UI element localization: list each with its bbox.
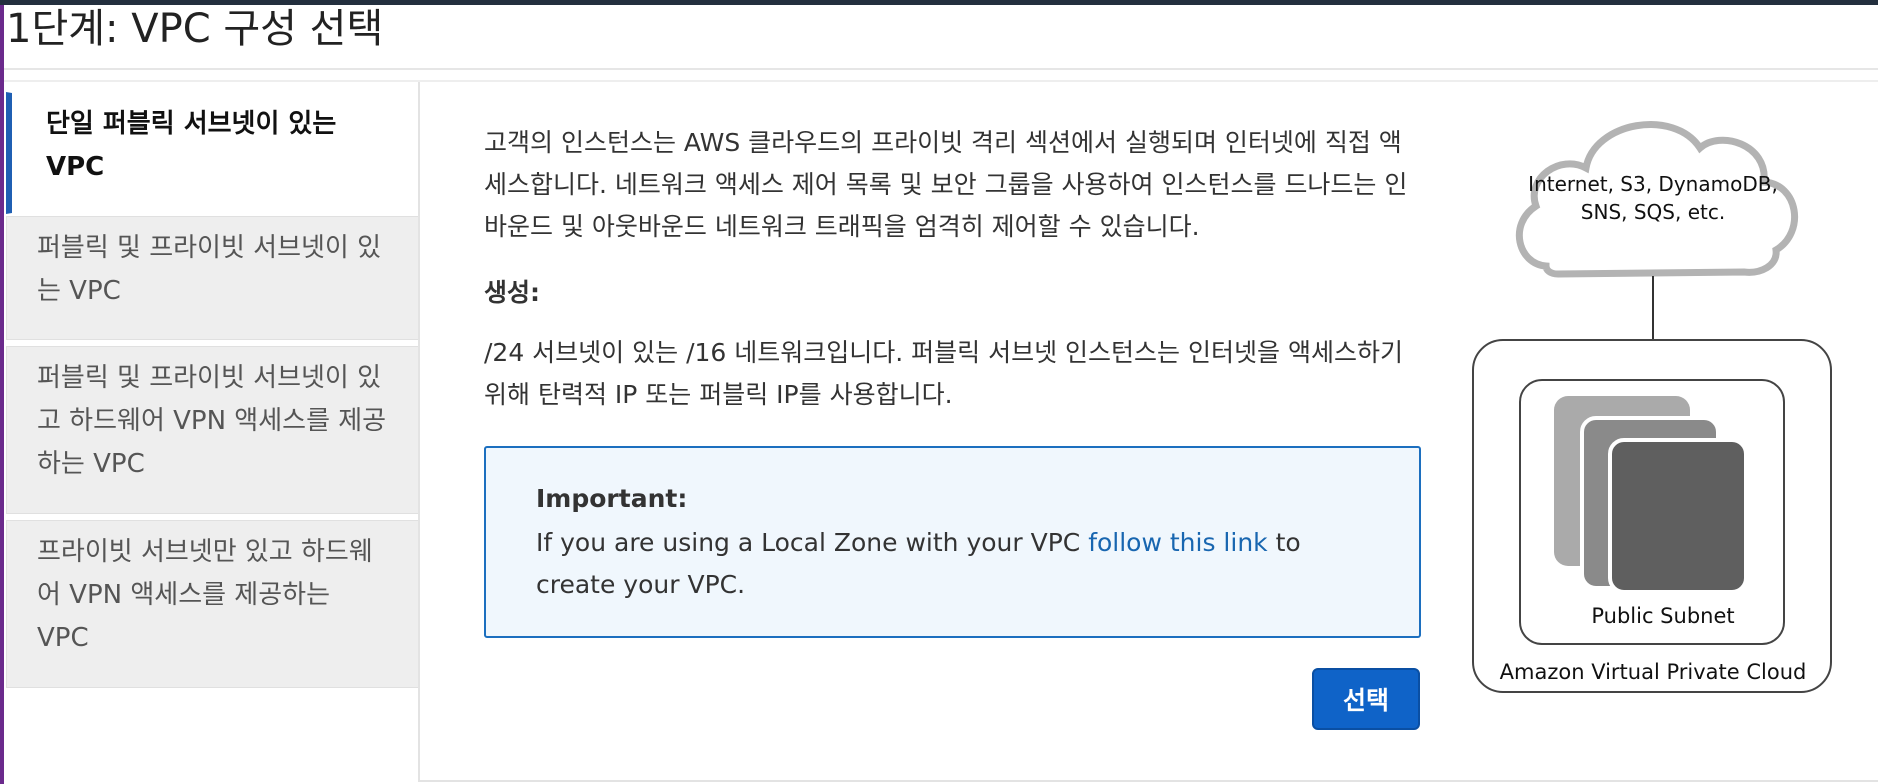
- cloud-label: Internet, S3, DynamoDB, SNS, SQS, etc.: [1528, 172, 1778, 224]
- sidebar-item-label: 프라이빗 서브넷만 있고 하드웨어 VPN 액세스를 제공하는 VPC: [37, 537, 373, 653]
- important-text: If you are using a Local Zone with your …: [536, 522, 1369, 606]
- select-button[interactable]: 선택: [1312, 668, 1420, 730]
- sidebar-item-private-only-vpn[interactable]: 프라이빗 서브넷만 있고 하드웨어 VPN 액세스를 제공하는 VPC: [6, 520, 420, 688]
- page-title: 1단계: VPC 구성 선택: [6, 6, 384, 52]
- title-divider: [4, 68, 1878, 70]
- sidebar-item-public-private-subnets[interactable]: 퍼블릭 및 프라이빗 서브넷이 있는 VPC: [6, 216, 420, 340]
- sidebar-item-single-public-subnet[interactable]: 단일 퍼블릭 서브넷이 있는 VPC: [6, 92, 420, 214]
- vpc-diagram: Internet, S3, DynamoDB, SNS, SQS, etc. P…: [1468, 104, 1838, 704]
- create-description: /24 서브넷이 있는 /16 네트워크입니다. 퍼블릭 서브넷 인스턴스는 인…: [484, 338, 1403, 409]
- sidebar-item-public-private-vpn[interactable]: 퍼블릭 및 프라이빗 서브넷이 있고 하드웨어 VPN 액세스를 제공하는 VP…: [6, 346, 420, 514]
- sidebar-item-label: 퍼블릭 및 프라이빗 서브넷이 있는 VPC: [37, 233, 382, 306]
- vpc-description: 고객의 인스턴스는 AWS 클라우드의 프라이빗 격리 섹션에서 실행되며 인터…: [484, 128, 1408, 241]
- instance-front: [1608, 438, 1748, 594]
- public-subnet-label: Public Subnet: [1591, 604, 1735, 628]
- local-zone-link[interactable]: follow this link: [1088, 528, 1267, 557]
- sidebar-item-label: 단일 퍼블릭 서브넷이 있는 VPC: [46, 109, 337, 182]
- important-text-before: If you are using a Local Zone with your …: [536, 528, 1089, 557]
- vpc-label: Amazon Virtual Private Cloud: [1499, 660, 1807, 684]
- important-notice: Important: If you are using a Local Zone…: [484, 446, 1421, 638]
- left-edge-strip: [0, 5, 4, 784]
- important-title: Important:: [536, 484, 688, 513]
- sidebar-item-label: 퍼블릭 및 프라이빗 서브넷이 있고 하드웨어 VPN 액세스를 제공하는 VP…: [37, 363, 387, 479]
- create-heading: 생성:: [484, 278, 540, 307]
